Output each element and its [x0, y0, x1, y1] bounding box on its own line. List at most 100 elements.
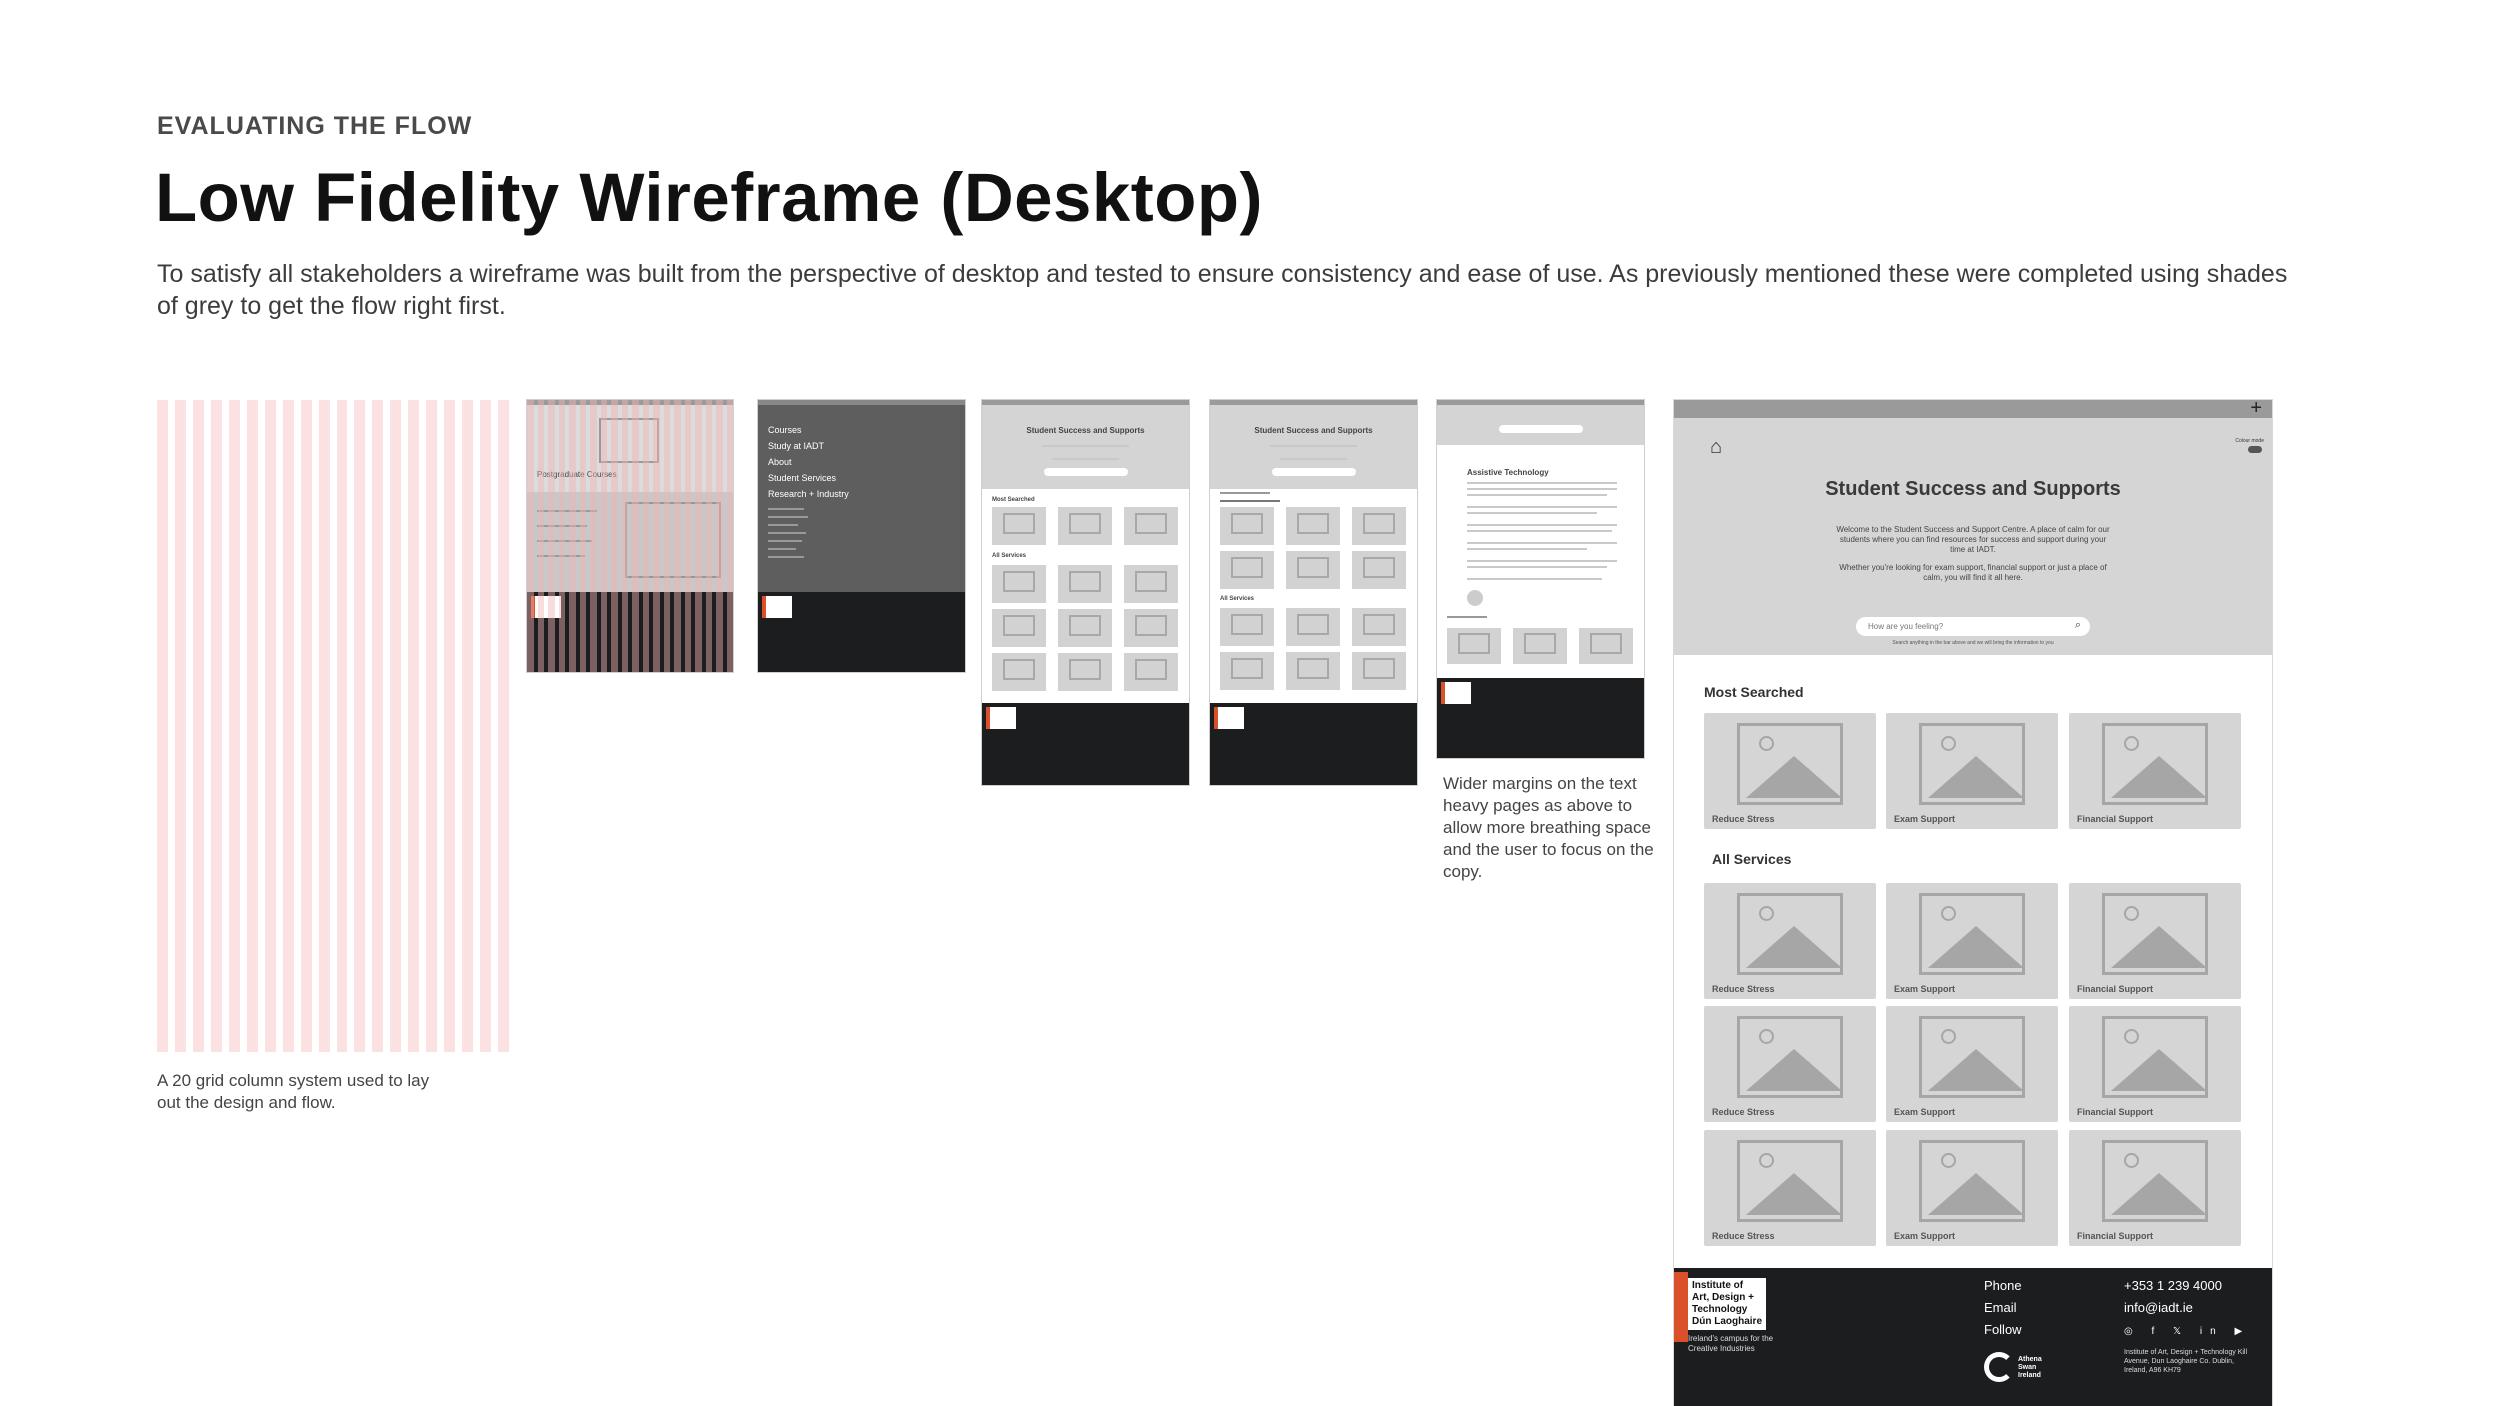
service-card-label: Reduce Stress — [1712, 1231, 1775, 1241]
grid-column — [480, 400, 492, 1052]
grid-overlay-column — [726, 400, 733, 672]
grid-column-illustration — [157, 400, 510, 1052]
grid-column — [498, 400, 510, 1052]
service-card-label: Exam Support — [1894, 814, 1956, 824]
wide-margin-caption: Wider margins on the text heavy pages as… — [1443, 774, 1654, 881]
image-placeholder-icon — [2102, 723, 2208, 805]
athena-swan-text: Athena Swan Ireland — [2018, 1356, 2042, 1379]
grid-overlay-column — [600, 400, 607, 672]
footer-address: Institute of Art, Design + Technology Ki… — [2124, 1349, 2248, 1374]
all-services-heading: All Services — [1712, 851, 1792, 867]
image-placeholder-icon — [1737, 723, 1843, 805]
athena-swan-icon — [1984, 1352, 2014, 1382]
grid-column — [300, 400, 312, 1052]
grid-column — [228, 400, 240, 1052]
service-card[interactable]: Reduce Stress — [1704, 713, 1876, 829]
service-card-label: Exam Support — [1894, 1107, 1956, 1117]
logo-accent-tab — [1674, 1272, 1688, 1342]
service-card-label: Financial Support — [2077, 984, 2154, 994]
grid-column — [318, 400, 330, 1052]
hero-section: ⌂ Colour mode Student Success and Suppor… — [1674, 418, 2272, 655]
image-placeholder-icon — [1919, 1140, 2025, 1222]
service-card[interactable]: Exam Support — [1886, 1130, 2058, 1246]
service-card-label: Exam Support — [1894, 984, 1956, 994]
thumb-title: Assistive Technology — [1467, 468, 1549, 477]
image-placeholder-icon — [2102, 1016, 2208, 1098]
service-card[interactable]: Reduce Stress — [1704, 1006, 1876, 1122]
hero-title: Student Success and Supports — [1825, 478, 2121, 500]
email-value[interactable]: info@iadt.ie — [2124, 1300, 2193, 1315]
grid-overlay-column — [705, 400, 712, 672]
grid-column — [157, 400, 168, 1052]
grid-column — [210, 400, 222, 1052]
grid-overlay-column — [611, 400, 618, 672]
service-card-label: Reduce Stress — [1712, 814, 1775, 824]
grid-overlay-column — [527, 400, 534, 672]
service-card-label: Financial Support — [2077, 814, 2154, 824]
grid-overlay-column — [590, 400, 597, 672]
phone-value[interactable]: +353 1 239 4000 — [2124, 1278, 2222, 1293]
service-card[interactable]: Financial Support — [2069, 1006, 2241, 1122]
service-card[interactable]: Reduce Stress — [1704, 1130, 1876, 1246]
wireframe-thumb-grid-overlay: Postgraduate Courses — [526, 399, 734, 673]
menu-list: Courses Study at IADT About Student Service… — [768, 422, 849, 502]
grid-overlay-column — [674, 400, 681, 672]
thumb-title: Student Success and Supports — [1026, 426, 1145, 435]
hero-support-text: Whether you're looking for exam support,… — [1839, 563, 2107, 582]
menu-item[interactable]: Courses — [768, 422, 849, 438]
service-card-label: Exam Support — [1894, 1231, 1956, 1241]
grid-overlay-column — [558, 400, 565, 672]
wireframe-desktop-student-success: + ⌂ Colour mode Student Success and Supp… — [1673, 399, 2273, 1406]
menu-item[interactable]: Study at IADT — [768, 438, 849, 454]
intro-paragraph: To satisfy all stakeholders a wireframe … — [157, 260, 2288, 320]
search-icon[interactable]: ⌕ — [2075, 619, 2081, 632]
service-card[interactable]: Exam Support — [1886, 883, 2058, 999]
home-icon[interactable]: ⌂ — [1710, 436, 1722, 459]
site-footer: Institute of Art, Design + Technology Dú… — [1674, 1268, 2272, 1406]
search-placeholder: How are you feeling? — [1868, 622, 1944, 631]
service-card[interactable]: Financial Support — [2069, 883, 2241, 999]
most-searched-heading: Most Searched — [1704, 684, 1804, 700]
grid-caption: A 20 grid column system used to lay out … — [157, 1071, 430, 1112]
grid-column — [174, 400, 186, 1052]
image-placeholder-icon — [2102, 1140, 2208, 1222]
hero-welcome-text: Welcome to the Student Success and Suppo… — [1836, 525, 2110, 554]
thumb-title: Student Success and Supports — [1254, 426, 1373, 435]
social-icons[interactable]: ◎ f 𝕏 in ▶ — [2124, 1326, 2250, 1337]
image-placeholder-icon — [1919, 893, 2025, 975]
service-card-label: Reduce Stress — [1712, 984, 1775, 994]
service-card[interactable]: Financial Support — [2069, 1130, 2241, 1246]
footer-tagline: Ireland's campus for the Creative Indust… — [1688, 1334, 1774, 1353]
grid-overlay — [527, 400, 733, 672]
grid-column — [246, 400, 258, 1052]
menu-item[interactable]: Student Services — [768, 470, 849, 486]
search-hint: Search anything in the bar above and we … — [1892, 640, 2054, 646]
grid-column — [192, 400, 204, 1052]
grid-column — [336, 400, 348, 1052]
image-placeholder-icon — [1737, 1140, 1843, 1222]
grid-overlay-column — [716, 400, 723, 672]
image-placeholder-icon — [1919, 1016, 2025, 1098]
follow-label: Follow — [1984, 1322, 2022, 1337]
grid-overlay-column — [695, 400, 702, 672]
service-card[interactable]: Exam Support — [1886, 1006, 2058, 1122]
menu-item[interactable]: About — [768, 454, 849, 470]
grid-overlay-column — [684, 400, 691, 672]
service-card-label: Reduce Stress — [1712, 1107, 1775, 1117]
grid-overlay-column — [569, 400, 576, 672]
mode-toggle[interactable] — [2248, 446, 2262, 453]
email-label: Email — [1984, 1300, 2017, 1315]
grid-column — [282, 400, 294, 1052]
image-placeholder-icon — [2102, 893, 2208, 975]
menu-item[interactable]: Research + Industry — [768, 486, 849, 502]
service-card-label: Financial Support — [2077, 1107, 2154, 1117]
service-card[interactable]: Reduce Stress — [1704, 883, 1876, 999]
grid-column — [462, 400, 474, 1052]
section-eyebrow: EVALUATING THE FLOW — [157, 112, 473, 140]
grid-overlay-column — [663, 400, 670, 672]
service-card[interactable]: Exam Support — [1886, 713, 2058, 829]
search-input[interactable]: How are you feeling? ⌕ — [1856, 617, 2090, 636]
service-card[interactable]: Financial Support — [2069, 713, 2241, 829]
grid-column — [426, 400, 438, 1052]
service-card-label: Financial Support — [2077, 1231, 2154, 1241]
